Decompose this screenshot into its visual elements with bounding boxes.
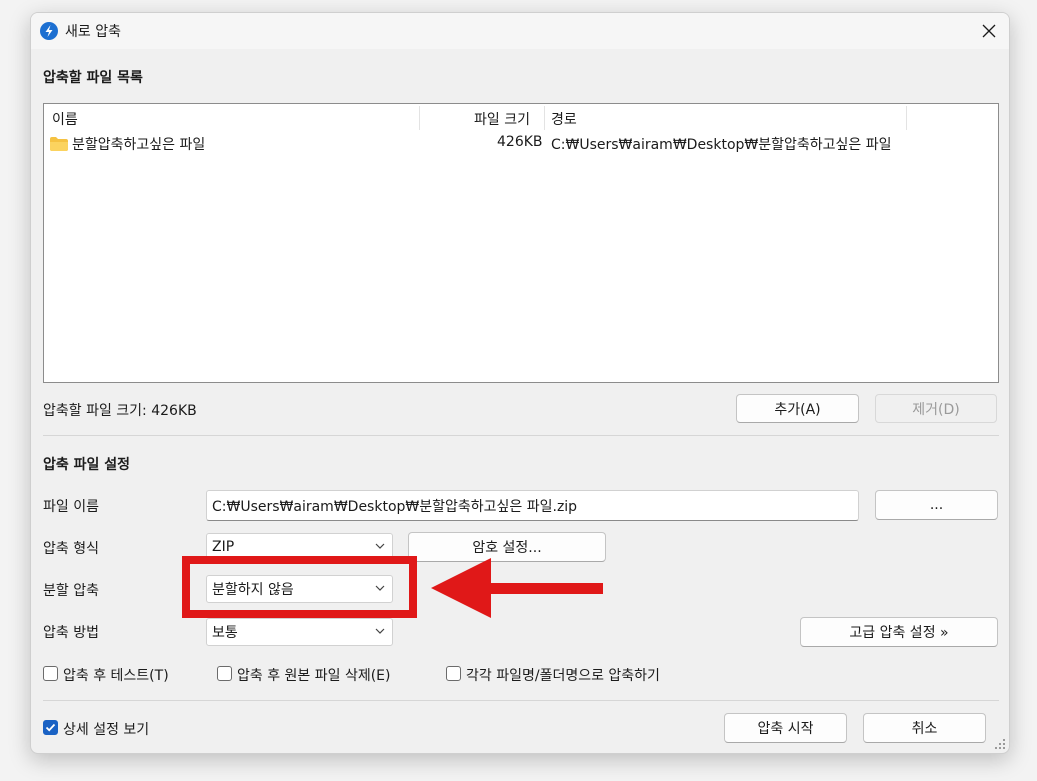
- delete-original-checkbox[interactable]: [217, 666, 232, 681]
- checkmark-icon: [45, 723, 56, 732]
- annotation-arrow-icon: [431, 558, 603, 618]
- column-header-size[interactable]: 파일 크기: [474, 109, 530, 129]
- settings-section-title: 압축 파일 설정: [43, 457, 131, 473]
- test-after-compress-checkbox[interactable]: [43, 666, 58, 681]
- method-select[interactable]: 보통: [206, 618, 393, 646]
- folder-icon: [50, 137, 68, 151]
- browse-button[interactable]: ...: [875, 490, 998, 520]
- close-button[interactable]: [969, 13, 1009, 49]
- split-label: 분할 압축: [43, 583, 99, 599]
- test-after-compress-label[interactable]: 압축 후 테스트(T): [63, 665, 169, 685]
- remove-button[interactable]: 제거(D): [875, 394, 997, 423]
- column-header-name[interactable]: 이름: [52, 109, 78, 129]
- chevron-down-icon: [375, 543, 385, 549]
- delete-original-label[interactable]: 압축 후 원본 파일 삭제(E): [237, 665, 391, 685]
- start-compress-button[interactable]: 압축 시작: [724, 713, 847, 743]
- method-label: 압축 방법: [43, 625, 99, 641]
- annotation-highlight-box: [182, 556, 417, 618]
- compress-each-checkbox[interactable]: [446, 666, 461, 681]
- bandizip-app-icon: [40, 22, 58, 40]
- row-file-size: 426KB: [497, 134, 543, 150]
- column-separator: [419, 106, 420, 130]
- column-separator: [906, 106, 907, 130]
- row-file-path: C:₩Users₩airam₩Desktop₩분할압축하고싶은 파일: [551, 137, 892, 153]
- file-list[interactable]: 이름 파일 크기 경로 분할압축하고싶은 파일 426KB C:₩Users₩a…: [43, 103, 999, 383]
- row-file-name: 분할압축하고싶은 파일: [72, 137, 206, 153]
- column-header-path[interactable]: 경로: [551, 109, 577, 129]
- compress-dialog: 새로 압축 압축할 파일 목록 이름 파일 크기 경로 분할압축하고싶은 파일 …: [30, 12, 1010, 754]
- add-button[interactable]: 추가(A): [736, 394, 859, 423]
- column-separator: [544, 106, 545, 130]
- total-size-label: 압축할 파일 크기: 426KB: [43, 403, 197, 419]
- advanced-settings-button[interactable]: 고급 압축 설정 »: [800, 617, 998, 647]
- format-label: 압축 형식: [43, 541, 99, 557]
- format-select-value: ZIP: [212, 539, 235, 555]
- chevron-down-icon: [375, 628, 385, 634]
- title-bar: 새로 압축: [31, 13, 1009, 49]
- file-list-section-title: 압축할 파일 목록: [43, 70, 143, 86]
- divider: [43, 700, 999, 701]
- compress-each-label[interactable]: 각각 파일명/폴더명으로 압축하기: [466, 665, 660, 685]
- cancel-button[interactable]: 취소: [863, 713, 986, 743]
- filename-label: 파일 이름: [43, 499, 99, 515]
- divider: [43, 435, 999, 436]
- resize-grip-icon[interactable]: [994, 738, 1006, 750]
- close-icon: [982, 24, 996, 38]
- show-details-checkbox[interactable]: [43, 720, 58, 735]
- show-details-label[interactable]: 상세 설정 보기: [63, 719, 149, 739]
- method-select-value: 보통: [212, 625, 238, 641]
- window-title: 새로 압축: [65, 24, 121, 40]
- filename-input[interactable]: C:₩Users₩airam₩Desktop₩분할압축하고싶은 파일.zip: [206, 490, 859, 521]
